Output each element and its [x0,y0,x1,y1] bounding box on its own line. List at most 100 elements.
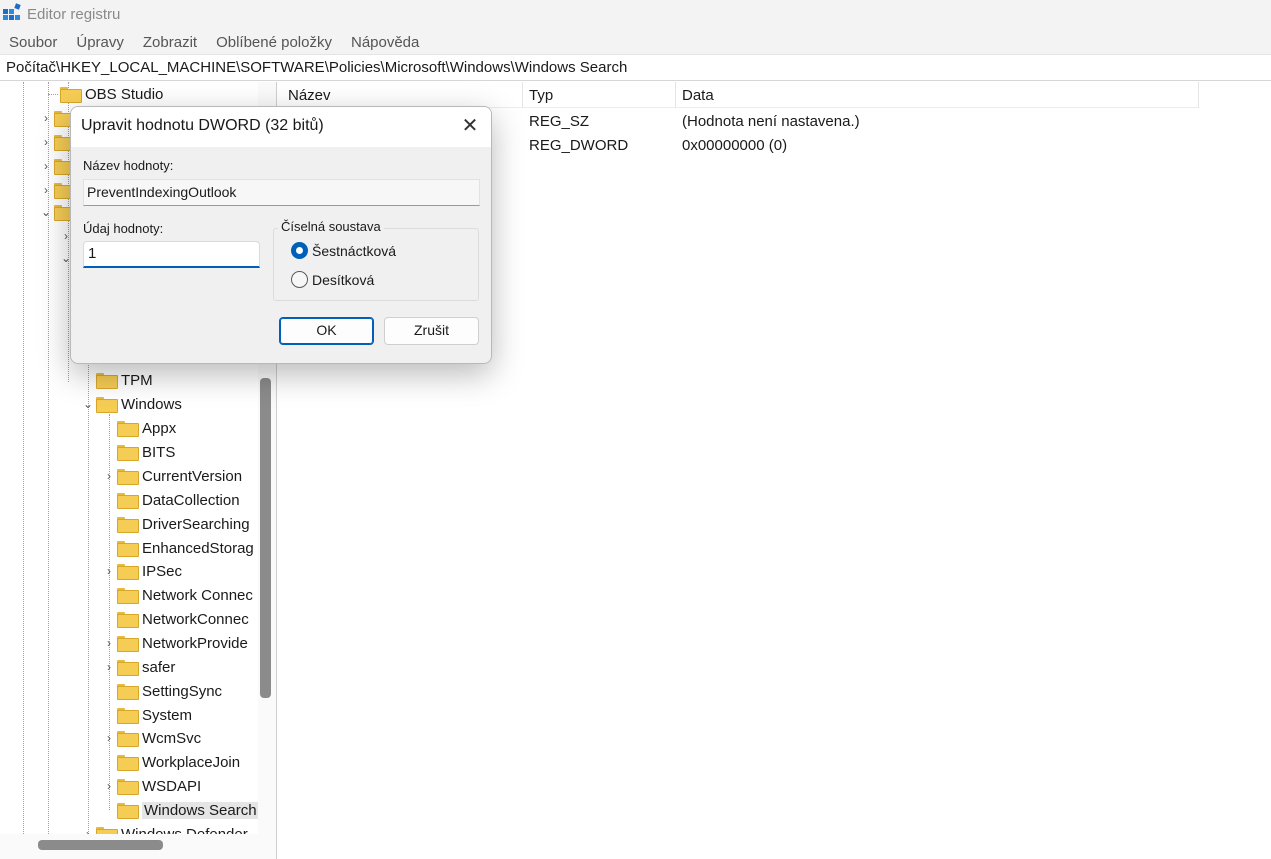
radio-label: Desítková [312,271,375,288]
tree-item-network-connections[interactable]: Network Connec [103,583,253,607]
radio-hexadecimal[interactable]: Šestnáctková [291,242,396,259]
menu-file[interactable]: Soubor [9,34,57,51]
registry-editor-icon [3,3,21,20]
radio-selected-icon[interactable] [291,242,308,259]
value-data-label: Údaj hodnoty: [83,221,164,236]
tree-guide [23,82,24,834]
tree-item-windows-search[interactable]: Windows Search [103,798,258,822]
dialog-title: Upravit hodnotu DWORD (32 bitů) [81,117,324,134]
folder-icon [117,564,139,580]
menu-edit[interactable]: Úpravy [76,34,124,51]
dialog-title-bar: Upravit hodnotu DWORD (32 bitů) ✕ [71,107,491,147]
tree-item-driversearching[interactable]: DriverSearching [103,512,250,536]
chevron-right-icon[interactable]: › [40,183,52,197]
tree-item-datacollection[interactable]: DataCollection [103,488,240,512]
column-separator[interactable] [1198,82,1199,108]
column-separator[interactable] [522,82,523,108]
tree-item-wsdapi[interactable]: › WSDAPI [103,774,201,798]
folder-icon [96,373,118,389]
chevron-right-icon[interactable]: › [40,111,52,125]
tree-horizontal-scroll-thumb[interactable] [38,840,163,850]
base-group-box [273,228,479,301]
tree-item-system[interactable]: System [103,703,192,727]
tree-item-label: BITS [142,443,176,461]
chevron-right-icon[interactable]: › [40,159,52,173]
folder-icon [117,469,139,485]
tree-item-appx[interactable]: Appx [103,416,176,440]
tree-item-label: WcmSvc [142,729,202,747]
folder-icon [117,517,139,533]
value-name-field[interactable]: PreventIndexingOutlook [83,179,480,206]
tree-item-label: CurrentVersion [142,467,243,485]
title-bar: Editor registru [0,0,1271,30]
tree-item-label: Windows [121,395,182,413]
chevron-right-icon[interactable]: › [103,636,115,650]
column-header-name[interactable]: Název [288,87,331,104]
radio-decimal[interactable]: Desítková [291,271,374,288]
tree-item-label: WorkplaceJoin [142,753,241,771]
tree-item-networkprovider[interactable]: › NetworkProvide [103,631,248,655]
list-header: Název Typ Data [283,82,1199,108]
tree-item-label: Windows Defender [121,825,248,835]
menu-bar: Soubor Úpravy Zobrazit Oblíbené položky … [0,30,1271,54]
column-separator[interactable] [675,82,676,108]
tree-item-tpm[interactable]: TPM [82,368,153,392]
address-bar[interactable]: Počítač\HKEY_LOCAL_MACHINE\SOFTWARE\Poli… [0,54,1271,81]
tree-item-label: Appx [142,419,177,437]
ok-button[interactable]: OK [279,317,374,345]
folder-icon [117,421,139,437]
value-data-input[interactable]: 1 [83,241,260,268]
tree-item-label: TPM [121,371,153,389]
tree-item-workplacejoin[interactable]: WorkplaceJoin [103,750,240,774]
tree-item-label: SettingSync [142,682,223,700]
chevron-down-icon[interactable]: ⌄ [82,397,94,411]
base-group-label: Číselná soustava [278,219,384,234]
tree-item-label: DataCollection [142,491,240,509]
tree-item-label: IPSec [142,562,183,580]
folder-icon [117,684,139,700]
tree-item-label: Windows Search [142,801,258,819]
menu-favorites[interactable]: Oblíbené položky [216,34,332,51]
list-cell-type: REG_DWORD [529,137,629,154]
tree-item-wcmsvc[interactable]: › WcmSvc [103,726,201,750]
radio-unselected-icon[interactable] [291,271,308,288]
cancel-button[interactable]: Zrušit [384,317,479,345]
folder-icon [117,588,139,604]
tree-item-windows[interactable]: ⌄ Windows [82,392,182,416]
chevron-right-icon[interactable]: › [103,731,115,745]
tree-item-enhancedstorage[interactable]: EnhancedStorag [103,536,254,560]
tree-item-label: NetworkProvide [142,634,248,652]
chevron-right-icon[interactable]: › [103,660,115,674]
folder-icon [96,827,118,834]
tree-item[interactable]: OBS Studio [46,82,163,106]
folder-icon [117,445,139,461]
window-title: Editor registru [27,6,121,23]
folder-icon [117,636,139,652]
tree-item-label: System [142,706,193,724]
tree-item-label: Network Connec [142,586,253,604]
chevron-down-icon[interactable]: ⌄ [40,205,52,219]
menu-view[interactable]: Zobrazit [143,34,197,51]
tree-item-label: WSDAPI [142,777,202,795]
tree-vertical-scroll-thumb[interactable] [260,378,271,698]
tree-item-settingsync[interactable]: SettingSync [103,679,222,703]
tree-item-safer[interactable]: › safer [103,655,175,679]
chevron-right-icon[interactable]: › [103,779,115,793]
menu-help[interactable]: Nápověda [351,34,419,51]
chevron-right-icon[interactable]: › [82,827,94,834]
chevron-right-icon[interactable]: › [103,469,115,483]
tree-item-ipsec[interactable]: › IPSec [103,559,182,583]
chevron-right-icon[interactable]: › [40,135,52,149]
tree-item-currentversion[interactable]: › CurrentVersion [103,464,242,488]
tree-item-bits[interactable]: BITS [103,440,175,464]
close-icon[interactable]: ✕ [455,113,485,141]
list-cell-type: REG_SZ [529,113,590,130]
chevron-right-icon[interactable]: › [103,564,115,578]
folder-icon [117,803,139,819]
column-header-data[interactable]: Data [682,87,714,104]
tree-item-windows-defender[interactable]: › Windows Defender [82,822,248,834]
tree-item-networkconnectivity[interactable]: NetworkConnec [103,607,249,631]
folder-icon [117,779,139,795]
list-cell-data: 0x00000000 (0) [682,137,788,154]
column-header-type[interactable]: Typ [529,87,553,104]
